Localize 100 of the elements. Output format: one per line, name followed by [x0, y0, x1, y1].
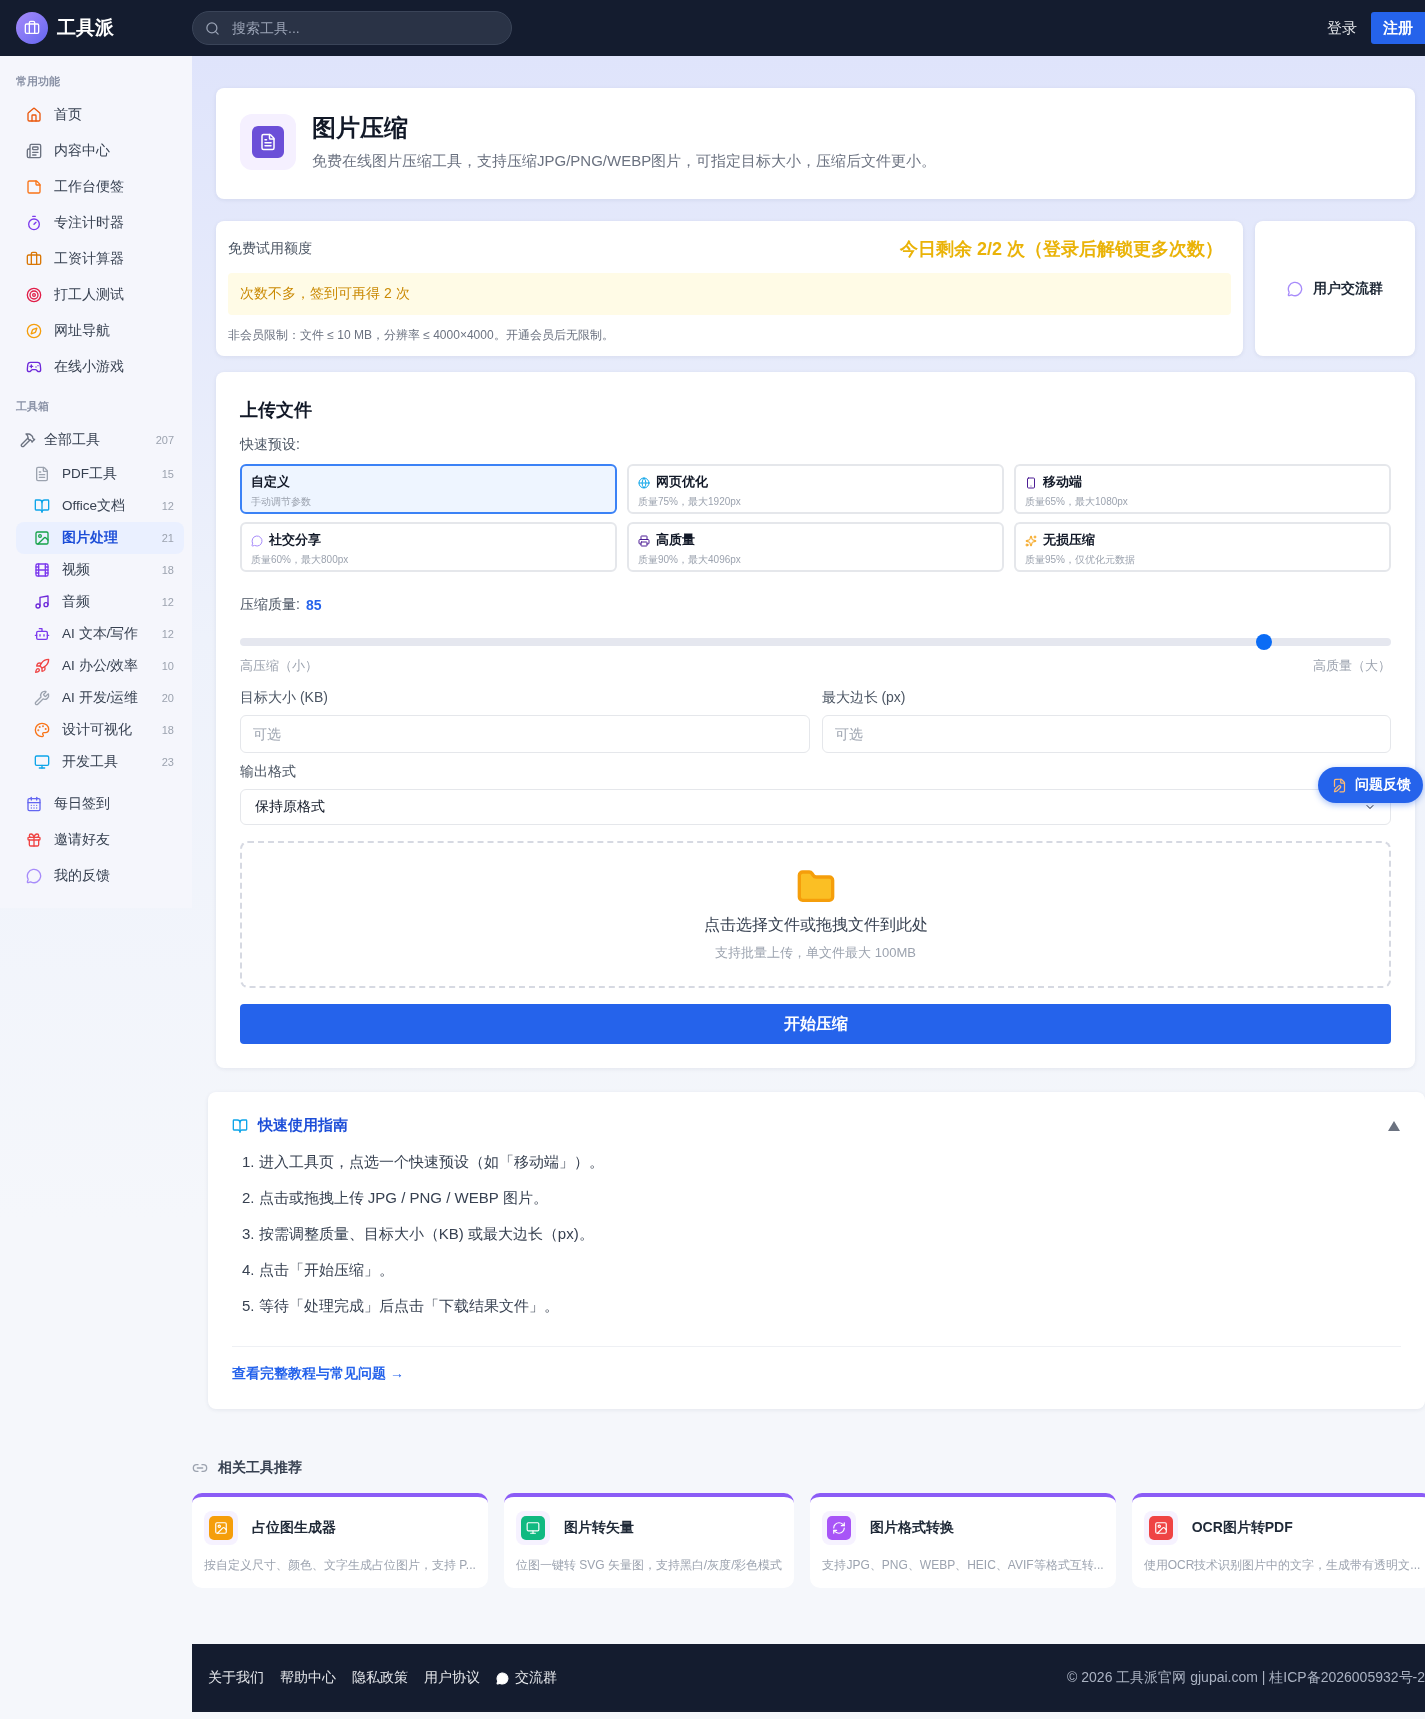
logo-text: 工具派	[57, 16, 114, 40]
printer-icon	[638, 534, 650, 547]
preset-option[interactable]: 自定义 手动调节参数	[240, 464, 617, 514]
footer-link[interactable]: 用户协议	[424, 1669, 480, 1687]
speech-bubble-icon	[496, 1671, 509, 1685]
sidebar-item[interactable]: 视频 18	[16, 554, 184, 586]
logo-icon	[16, 12, 48, 44]
sidebar-item[interactable]: AI 开发/运维 20	[16, 682, 184, 714]
footer-link[interactable]: 交流群	[496, 1669, 557, 1687]
feedback-button[interactable]: 问题反馈	[1318, 767, 1423, 803]
rocket-icon	[34, 658, 50, 674]
search-icon	[205, 20, 220, 36]
preset-option[interactable]: 移动端 质量65%，最大1080px	[1014, 464, 1391, 514]
gift-icon	[26, 832, 42, 848]
speech-bubble-icon	[1287, 280, 1303, 297]
sidebar-item[interactable]: 我的反馈	[16, 858, 184, 894]
group-button[interactable]: 用户交流群	[1255, 221, 1415, 356]
compass-icon	[26, 323, 42, 339]
wrench-icon	[34, 690, 50, 706]
target-size-field[interactable]: 可选	[240, 715, 810, 753]
preset-option[interactable]: 社交分享 质量60%，最大800px	[240, 522, 617, 572]
refresh-icon	[827, 1516, 852, 1540]
register-button[interactable]: 注册	[1371, 12, 1425, 44]
tool-description: 位图一键转 SVG 矢量图，支持黑白/灰度/彩色模式	[515, 1557, 783, 1574]
sidebar-item[interactable]: 网址导航	[16, 313, 184, 349]
tool-card[interactable]: 图片转矢量 位图一键转 SVG 矢量图，支持黑白/灰度/彩色模式	[503, 1493, 795, 1588]
sidebar-item[interactable]: PDF工具 15	[16, 458, 184, 490]
book-icon	[232, 1117, 248, 1134]
sidebar-item[interactable]: 设计可视化 18	[16, 714, 184, 746]
speech-bubble-icon	[251, 534, 263, 547]
sidebar-item[interactable]: AI 办公/效率 10	[16, 650, 184, 682]
film-icon	[34, 562, 50, 578]
collapse-toggle[interactable]	[1387, 1119, 1401, 1132]
tool-description: 支持JPG、PNG、WEBP、HEIC、AVIF等格式互转...	[822, 1557, 1104, 1574]
max-side-field[interactable]: 可选	[821, 715, 1391, 753]
quota-remaining: 今日剩余 2/2 次（登录后解锁更多次数）	[899, 238, 1223, 261]
tool-name: 占位图生成器	[252, 1519, 336, 1537]
gamepad-icon	[26, 359, 42, 375]
compress-button[interactable]: 开始压缩	[240, 1004, 1391, 1044]
tutorial-link[interactable]: 查看完整教程与常见问题 →	[232, 1346, 1401, 1383]
sidebar-item[interactable]: 内容中心	[16, 133, 184, 169]
tool-card[interactable]: OCR图片转PDF 使用OCR技术识别图片中的文字，生成带有透明文...	[1131, 1493, 1425, 1588]
sidebar-item[interactable]: AI 文本/写作 12	[16, 618, 184, 650]
sidebar-item[interactable]: 开发工具 23	[16, 746, 184, 778]
newspaper-icon	[26, 143, 42, 159]
home-icon	[26, 107, 42, 123]
sidebar-item[interactable]: 音频 12	[16, 586, 184, 618]
sidebar-item[interactable]: 工作台便签	[16, 169, 184, 205]
copyright-text: © 2026 工具派官网 gjupai.com | 桂ICP备2026005932号-2	[1067, 1669, 1425, 1687]
sidebar-item[interactable]: Office文档 12	[16, 490, 184, 522]
speech-bubble-icon	[26, 868, 42, 884]
sidebar-item[interactable]: 在线小游戏	[16, 349, 184, 385]
preset-option[interactable]: 网页优化 质量75%，最大1920px	[627, 464, 1004, 514]
globe-icon	[638, 476, 650, 489]
sidebar-item[interactable]: 邀请好友	[16, 822, 184, 858]
related-title: 相关工具推荐	[218, 1459, 302, 1477]
search-field[interactable]: 搜索工具...	[230, 19, 499, 37]
quality-value: 85	[305, 597, 322, 613]
document-icon	[34, 466, 50, 482]
field-label: 最大边长 (px)	[821, 689, 906, 707]
sidebar-item[interactable]: 图片处理 21	[16, 522, 184, 554]
footer-link[interactable]: 帮助中心	[280, 1669, 336, 1687]
drop-text: 点击选择文件或拖拽文件到此处	[703, 915, 928, 935]
section-title: 常用功能	[16, 74, 61, 89]
footer-link[interactable]: 关于我们	[208, 1669, 264, 1687]
preset-option[interactable]: 高质量 质量90%，最大4096px	[627, 522, 1004, 572]
preset-option[interactable]: 无损压缩 质量95%，仅优化元数据	[1014, 522, 1391, 572]
calendar-icon	[26, 796, 42, 812]
login-link[interactable]: 登录	[1327, 18, 1357, 38]
guide-step: 2. 点击或拖拽上传 JPG / PNG / WEBP 图片。	[242, 1189, 1401, 1210]
guide-step: 4. 点击「开始压缩」。	[242, 1261, 1401, 1282]
drop-hint: 支持批量上传，单文件最大 100MB	[715, 944, 916, 962]
sidebar-item[interactable]: 每日签到	[16, 786, 184, 822]
palette-icon	[34, 722, 50, 738]
field-label: 目标大小 (KB)	[240, 689, 328, 707]
tool-description: 按自定义尺寸、颜色、文字生成占位图片，支持 P...	[204, 1557, 476, 1574]
sidebar-item[interactable]: 打工人测试	[16, 277, 184, 313]
sidebar-item[interactable]: 首页	[16, 97, 184, 133]
tool-name: 图片格式转换	[870, 1519, 955, 1537]
monitor-icon	[520, 1516, 545, 1540]
sidebar-item[interactable]: 工资计算器	[16, 241, 184, 277]
guide-title: 快速使用指南	[258, 1116, 348, 1135]
tool-card[interactable]: 图片格式转换 支持JPG、PNG、WEBP、HEIC、AVIF等格式互转...	[810, 1493, 1116, 1588]
footer-link[interactable]: 隐私政策	[352, 1669, 408, 1687]
tool-card[interactable]: 占位图生成器 按自定义尺寸、颜色、文字生成占位图片，支持 P...	[192, 1493, 488, 1588]
sidebar-item[interactable]: 专注计时器	[16, 205, 184, 241]
search-box[interactable]: 搜索工具...	[192, 11, 512, 45]
slider-min-label: 高压缩（小）	[240, 658, 318, 675]
slider-thumb[interactable]	[1256, 634, 1273, 650]
note-icon	[26, 179, 42, 195]
picture-icon	[209, 1516, 233, 1540]
tool-name: OCR图片转PDF	[1191, 1519, 1293, 1537]
sidebar-item[interactable]: 全部工具 207	[16, 422, 184, 458]
limits-text: 非会员限制：文件 ≤ 10 MB，分辨率 ≤ 4000×4000。开通会员后无限制。	[228, 327, 615, 344]
robot-icon	[34, 626, 50, 642]
drop-zone[interactable]: 点击选择文件或拖拽文件到此处 支持批量上传，单文件最大 100MB	[240, 841, 1391, 988]
guide-step: 1. 进入工具页，点选一个快速预设（如「移动端」）。	[242, 1153, 1401, 1174]
picture-icon	[1148, 1516, 1173, 1540]
section-title: 上传文件	[240, 399, 313, 422]
stopwatch-icon	[26, 215, 42, 231]
